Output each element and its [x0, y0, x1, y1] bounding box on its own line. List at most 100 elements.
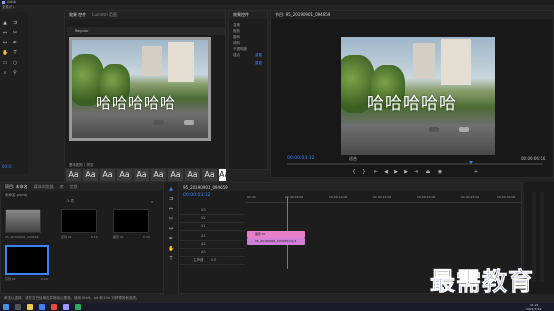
- tab-lumetri[interactable]: Lumetri 范围: [92, 12, 117, 18]
- playhead-marker-icon[interactable]: [469, 161, 473, 164]
- project-panel: 项目: 未命名 媒体浏览器 库 信息 未命名.prproj 3 项 ⌕ 95_2…: [0, 182, 164, 294]
- track-select-icon[interactable]: ⇉: [168, 196, 174, 202]
- car: [184, 120, 194, 125]
- tab-libraries[interactable]: 库: [60, 184, 64, 190]
- slip-icon[interactable]: ↔: [2, 40, 8, 46]
- caption-text[interactable]: 哈哈哈哈哈: [96, 92, 176, 113]
- search-icon[interactable]: ⌕: [151, 199, 153, 204]
- track-a2[interactable]: A2: [179, 241, 245, 249]
- project-item-thumbnail[interactable]: [113, 209, 149, 233]
- program-title[interactable]: 节目: 95_20190901_094659: [275, 12, 330, 18]
- program-timecode[interactable]: 00:00:03:12: [287, 156, 314, 161]
- selection-tool-icon[interactable]: ▲: [2, 20, 8, 26]
- program-scrubber[interactable]: [287, 161, 543, 165]
- menu-file[interactable]: 文件(F): [2, 5, 14, 10]
- clock-date[interactable]: 2021/7/12: [526, 307, 541, 311]
- track-a1[interactable]: A1: [179, 233, 245, 241]
- master-label: 主声道: [193, 258, 204, 262]
- text-style-preset[interactable]: Aa: [83, 169, 98, 181]
- text-style-preset[interactable]: Aa: [134, 169, 149, 181]
- lift-icon[interactable]: ⏏: [425, 169, 431, 175]
- export-frame-icon[interactable]: ◉: [437, 169, 443, 175]
- program-tabbar: 节目: 95_20190901_094659: [271, 11, 553, 19]
- browser-icon[interactable]: [39, 304, 45, 310]
- type-icon[interactable]: T: [168, 256, 174, 262]
- razor-icon[interactable]: ✂: [168, 216, 174, 222]
- text-style-preset[interactable]: Aa: [100, 169, 115, 181]
- ripple-edit-icon[interactable]: ⇔: [2, 30, 8, 36]
- car: [154, 120, 164, 125]
- text-style-preset[interactable]: Aa: [66, 169, 81, 181]
- app-title: Adob: [7, 0, 16, 4]
- tab-info[interactable]: 信息: [70, 184, 78, 190]
- go-to-out-icon[interactable]: ⇥: [413, 169, 419, 175]
- slip-icon[interactable]: ↔: [168, 226, 174, 232]
- add-button-icon[interactable]: +: [473, 169, 479, 175]
- eyedropper-icon[interactable]: ⚲: [12, 70, 18, 76]
- play-icon[interactable]: ▶: [393, 169, 399, 175]
- fit-dropdown[interactable]: 适合: [349, 156, 357, 162]
- effect-tabbar: 效果控件: [229, 11, 267, 19]
- premiere-icon[interactable]: [63, 304, 69, 310]
- track-v3[interactable]: V3: [179, 207, 245, 215]
- building: [441, 39, 471, 85]
- rect-icon[interactable]: ▭: [2, 60, 8, 66]
- windows-start-icon[interactable]: [3, 304, 9, 310]
- clip-video[interactable]: 95_20190901_094659.mp4: [247, 238, 305, 245]
- mark-out-icon[interactable]: }: [361, 169, 367, 175]
- project-item-thumbnail[interactable]: [5, 245, 49, 275]
- text-style-preset[interactable]: Aa: [117, 169, 132, 181]
- step-forward-icon[interactable]: ▶: [403, 169, 409, 175]
- hand-icon[interactable]: ✋: [168, 246, 174, 252]
- project-item-thumbnail[interactable]: [5, 209, 41, 233]
- track-v2[interactable]: V2: [179, 215, 245, 223]
- text-style-preset[interactable]: Aa: [151, 169, 166, 181]
- text-style-preset[interactable]: Aa: [185, 169, 200, 181]
- tab-project[interactable]: 项目: 未命名: [5, 184, 28, 190]
- reset-link[interactable]: 重置: [255, 61, 262, 66]
- text-style-preset[interactable]: Aa: [168, 169, 183, 181]
- ruler-label: 00:00:15:00: [373, 195, 392, 199]
- selection-tool-icon[interactable]: ▲: [168, 186, 174, 192]
- text-style-preset[interactable]: Aa: [202, 169, 217, 181]
- timeline-tab[interactable]: 95_20190901_094659: [183, 185, 228, 190]
- status-text: 单击以选择，或在空白处单击并拖动以框选。使用 Shift、Alt 和 Ctrl …: [4, 296, 140, 300]
- project-count: 3 项: [67, 199, 74, 203]
- project-item-name: 图形 01: [113, 235, 124, 239]
- watermark-logo: 最需教育: [430, 267, 535, 297]
- go-to-in-icon[interactable]: ⇤: [373, 169, 379, 175]
- status-bar: 单击以选择，或在空白处单击并拖动以框选。使用 Shift、Alt 和 Ctrl …: [0, 294, 554, 303]
- track-a3[interactable]: A3: [179, 249, 245, 257]
- track-select-icon[interactable]: ⇉: [12, 20, 18, 26]
- chrome-icon[interactable]: [51, 304, 57, 310]
- razor-icon[interactable]: ✂: [12, 30, 18, 36]
- left-timecode: 00:0:: [2, 164, 13, 169]
- ellipse-icon[interactable]: ○: [12, 60, 18, 66]
- reset-link[interactable]: 重置: [255, 53, 262, 58]
- track-v1[interactable]: V1: [179, 223, 245, 231]
- caption-text[interactable]: 哈哈哈哈哈: [367, 89, 457, 114]
- ripple-edit-icon[interactable]: ⇔: [168, 206, 174, 212]
- menu-bar[interactable]: 文件(F): [0, 5, 60, 10]
- explorer-icon[interactable]: [27, 304, 33, 310]
- type-icon[interactable]: T: [12, 50, 18, 56]
- effect-controls-panel: 效果控件 变换 缩放 旋转 倾斜 不透明度 锚点 重置 重置: [228, 10, 268, 170]
- text-style-preset[interactable]: Aa: [219, 169, 229, 181]
- font-style-label[interactable]: Regular: [75, 29, 88, 33]
- clip-graphic[interactable]: 图形 01: [247, 231, 305, 238]
- ruler-label: 00:00:10:00: [329, 195, 348, 199]
- zoom-icon[interactable]: ⌕: [2, 70, 8, 76]
- project-item-thumbnail[interactable]: [61, 209, 97, 233]
- tab-media-browser[interactable]: 媒体浏览器: [34, 184, 54, 190]
- step-back-icon[interactable]: ◀: [383, 169, 389, 175]
- tab-effect-controls[interactable]: 效果 控件: [69, 12, 86, 18]
- pen-icon[interactable]: ✒: [168, 236, 174, 242]
- app-icon[interactable]: [75, 304, 81, 310]
- pen-icon[interactable]: ✒: [12, 40, 18, 46]
- timeline-timecode[interactable]: 00:00:03:12: [183, 193, 210, 198]
- effect-panel-title[interactable]: 效果控件: [233, 12, 249, 18]
- hand-icon[interactable]: ✋: [2, 50, 8, 56]
- search-icon[interactable]: [15, 304, 21, 310]
- mark-in-icon[interactable]: {: [351, 169, 357, 175]
- track-master[interactable]: 主声道 0.0: [179, 257, 245, 265]
